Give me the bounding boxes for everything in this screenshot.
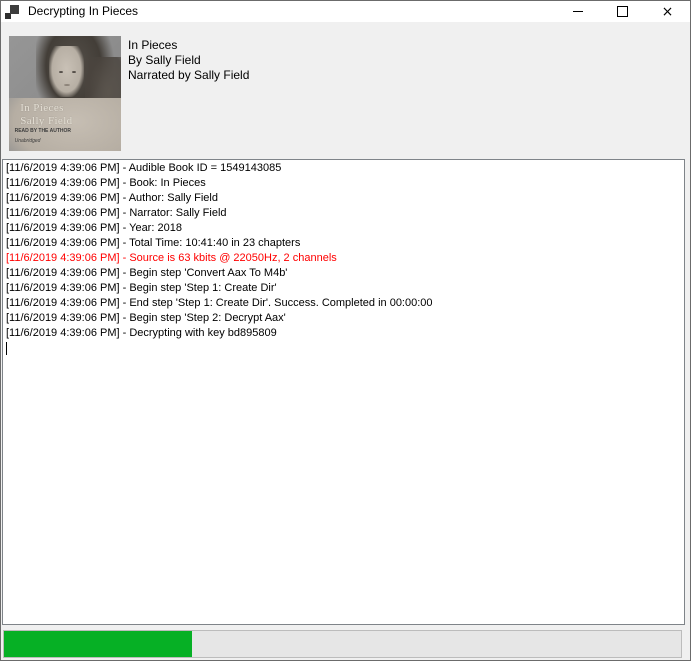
cover-text: In Pieces Sally Field: [20, 102, 72, 128]
log-line: [11/6/2019 4:39:06 PM] - Begin step 'Ste…: [6, 281, 684, 296]
log-line: [11/6/2019 4:39:06 PM] - Total Time: 10:…: [6, 236, 684, 251]
log-line: [11/6/2019 4:39:06 PM] - Begin step 'Con…: [6, 266, 684, 281]
cover-portrait-eye: [59, 71, 63, 73]
book-info: In Pieces By Sally Field Narrated by Sal…: [128, 38, 249, 83]
app-icon-square-large: [10, 5, 19, 14]
log-line-error: [11/6/2019 4:39:06 PM] - Source is 63 kb…: [6, 251, 684, 266]
decrypt-progress-bar: [3, 630, 682, 658]
log-line: [11/6/2019 4:39:06 PM] - Begin step 'Ste…: [6, 311, 684, 326]
cover-title: In Pieces: [20, 102, 72, 115]
log-line: [11/6/2019 4:39:06 PM] - Narrator: Sally…: [6, 206, 684, 221]
text-caret: [6, 342, 7, 355]
maximize-button[interactable]: [600, 1, 645, 22]
close-icon: ×: [662, 5, 674, 19]
cover-author: Sally Field: [20, 115, 72, 128]
caption-buttons: ×: [555, 1, 690, 22]
book-author: By Sally Field: [128, 53, 249, 68]
progress-fill: [4, 631, 192, 657]
minimize-button[interactable]: [555, 1, 600, 22]
close-button[interactable]: ×: [645, 1, 690, 22]
log-line: [11/6/2019 4:39:06 PM] - End step 'Step …: [6, 296, 684, 311]
log-line: [11/6/2019 4:39:06 PM] - Year: 2018: [6, 221, 684, 236]
cover-badge-unabridged: Unabridged: [15, 139, 71, 144]
cover-portrait-face: [49, 46, 84, 97]
log-textbox[interactable]: [11/6/2019 4:39:06 PM] - Audible Book ID…: [2, 159, 685, 625]
log-line: [11/6/2019 4:39:06 PM] - Decrypting with…: [6, 326, 684, 341]
app-icon: [5, 5, 19, 19]
log-line: [11/6/2019 4:39:06 PM] - Book: In Pieces: [6, 176, 684, 191]
log-line: [11/6/2019 4:39:06 PM] - Author: Sally F…: [6, 191, 684, 206]
book-narrator: Narrated by Sally Field: [128, 68, 249, 83]
book-cover: In Pieces Sally Field READ BY THE AUTHOR…: [9, 36, 121, 151]
maximize-icon: [617, 6, 628, 17]
cover-badge-read-by: READ BY THE AUTHOR: [15, 129, 71, 134]
cover-portrait-eye: [72, 71, 76, 73]
window-title: Decrypting In Pieces: [28, 1, 138, 22]
book-title: In Pieces: [128, 38, 249, 53]
cover-badges: READ BY THE AUTHOR Unabridged: [15, 129, 71, 144]
app-window: Decrypting In Pieces × In Pieces Sally F…: [0, 0, 691, 661]
minimize-icon: [573, 11, 583, 12]
log-line: [11/6/2019 4:39:06 PM] - Audible Book ID…: [6, 161, 684, 176]
